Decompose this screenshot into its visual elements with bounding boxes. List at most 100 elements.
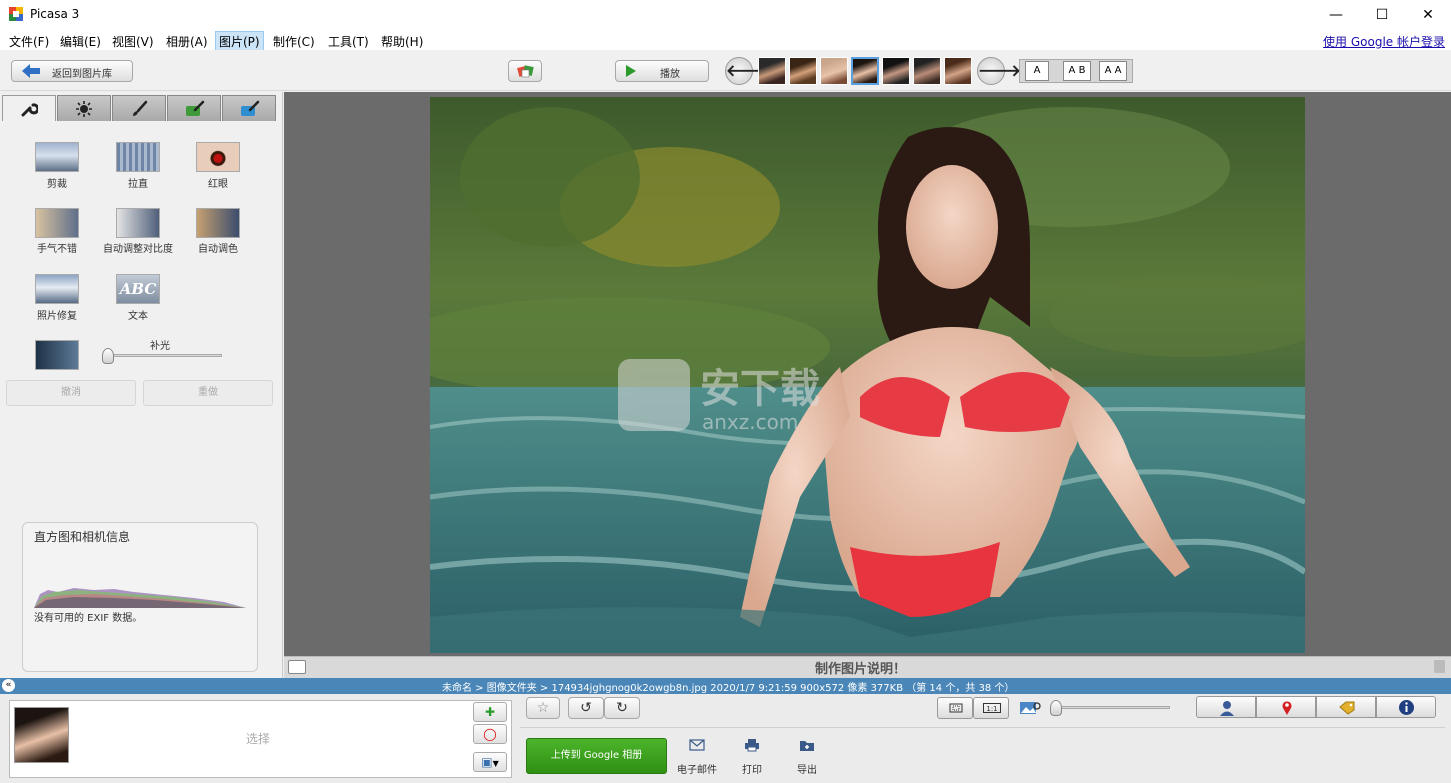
clear-tray-icon[interactable]: ◯: [473, 724, 507, 744]
people-tab[interactable]: [1196, 696, 1256, 718]
star-icon: ☆: [536, 700, 550, 716]
tray-thumbnail[interactable]: [14, 707, 69, 763]
minimize-button[interactable]: —: [1313, 0, 1359, 30]
filmstrip-thumb[interactable]: [913, 57, 941, 85]
caption-input[interactable]: 制作图片说明！: [815, 658, 906, 677]
svg-text:1:1: 1:1: [986, 705, 997, 713]
back-to-library-label: 返回到图片库: [52, 69, 112, 80]
brush-icon: [133, 100, 148, 116]
rotate-right-button[interactable]: ↻: [604, 697, 640, 719]
rotate-left-icon: ↺: [580, 700, 592, 716]
info-icon: [1399, 700, 1414, 715]
tray-label: 选择: [246, 732, 271, 746]
print-button[interactable]: 打印: [729, 738, 775, 776]
retouch-tool-thumb[interactable]: [35, 274, 79, 304]
fit-to-window-button[interactable]: [937, 697, 973, 719]
upload-to-google-button[interactable]: 上传到 Google 相册: [526, 738, 667, 774]
maximize-button[interactable]: ☐: [1359, 0, 1405, 30]
fill-light-thumb: [35, 340, 79, 370]
auto-color-tool-thumb[interactable]: [196, 208, 240, 238]
tag-icon: [1339, 701, 1355, 715]
trash-icon[interactable]: [1434, 660, 1445, 673]
filmstrip-thumb[interactable]: [789, 57, 817, 85]
play-slideshow-button[interactable]: 播放: [615, 60, 709, 82]
collage-button[interactable]: [508, 60, 542, 82]
status-text: 未命名 > 图像文件夹 > 174934jghgnog0k2owgb8n.jpg…: [442, 683, 1015, 694]
info-tab[interactable]: [1376, 696, 1436, 718]
arrow-left-icon: [22, 64, 40, 78]
fit-icon: [949, 703, 963, 713]
lucky-tool-thumb[interactable]: [35, 208, 79, 238]
filmstrip-thumb[interactable]: [758, 57, 786, 85]
menu-create[interactable]: 制作(C): [270, 32, 318, 51]
filmstrip-thumb[interactable]: [820, 57, 848, 85]
fill-light-label: 补光: [150, 341, 170, 352]
tags-tab[interactable]: [1316, 696, 1376, 718]
menu-file[interactable]: 文件(F): [6, 32, 52, 51]
caption-icon[interactable]: [288, 660, 306, 674]
text-tool-thumb[interactable]: ABC: [116, 274, 160, 304]
menu-view[interactable]: 视图(V): [109, 32, 157, 51]
menu-help[interactable]: 帮助(H): [378, 32, 426, 51]
tab-basic-fixes[interactable]: [2, 95, 56, 121]
blue-brush-icon: [241, 100, 260, 116]
redo-button[interactable]: 重做: [143, 380, 273, 406]
title-bar: [0, 0, 1451, 30]
export-icon: [800, 741, 814, 751]
print-icon: [745, 739, 759, 752]
undo-button[interactable]: 撤消: [6, 380, 136, 406]
next-photo-button[interactable]: 🡒: [977, 57, 1021, 85]
filmstrip-thumb[interactable]: [944, 57, 972, 85]
watermark-text: 安下载: [700, 366, 820, 412]
print-label: 打印: [742, 765, 762, 776]
redeye-tool-thumb[interactable]: [196, 142, 240, 172]
menu-tools[interactable]: 工具(T): [325, 32, 372, 51]
fill-light-slider-track[interactable]: [104, 354, 222, 357]
view-mode-single[interactable]: A: [1025, 61, 1049, 81]
star-button[interactable]: ☆: [526, 697, 560, 719]
view-mode-compare[interactable]: A B: [1063, 61, 1091, 81]
tab-effects[interactable]: [112, 95, 166, 121]
window-title: Picasa 3: [30, 7, 80, 21]
one-to-one-icon: 1:1: [983, 703, 1001, 713]
zoom-slider-knob[interactable]: [1050, 700, 1062, 716]
crop-tool-thumb[interactable]: [35, 142, 79, 172]
menu-picture[interactable]: 图片(P): [215, 31, 264, 52]
places-tab[interactable]: [1256, 696, 1316, 718]
email-icon: [689, 739, 705, 751]
view-mode-dual[interactable]: A A: [1099, 61, 1127, 81]
menu-edit[interactable]: 编辑(E): [57, 32, 104, 51]
person-icon: [1220, 701, 1234, 716]
pin-icon[interactable]: ✚: [473, 702, 507, 722]
collage-icon: [517, 65, 534, 78]
back-to-library-button[interactable]: 返回到图片库: [11, 60, 133, 82]
text-label[interactable]: 文本: [88, 307, 188, 322]
redeye-label[interactable]: 红眼: [168, 175, 268, 190]
tab-effects-3[interactable]: [222, 95, 276, 121]
auto-color-label[interactable]: 自动调色: [168, 240, 268, 255]
photo-image[interactable]: 安下载 anxz.com: [430, 97, 1305, 653]
auto-contrast-tool-thumb[interactable]: [116, 208, 160, 238]
rotate-left-button[interactable]: ↺: [568, 697, 604, 719]
zoom-slider-track[interactable]: [1052, 706, 1170, 709]
google-signin-link[interactable]: 使用 Google 帐户登录: [1323, 33, 1445, 50]
export-button[interactable]: 导出: [784, 738, 830, 776]
album-icon: ▣: [481, 755, 493, 769]
add-to-album-button[interactable]: ▣▼: [473, 752, 507, 772]
menu-album[interactable]: 相册(A): [163, 32, 211, 51]
svg-text:anxz.com: anxz.com: [702, 410, 798, 434]
play-label: 播放: [660, 69, 680, 80]
tab-tuning[interactable]: [57, 95, 111, 121]
tab-effects-2[interactable]: [167, 95, 221, 121]
actual-size-button[interactable]: 1:1: [973, 697, 1009, 719]
collapse-panel-icon[interactable]: «: [2, 679, 15, 692]
play-icon: [626, 65, 636, 77]
close-button[interactable]: ✕: [1405, 0, 1451, 30]
fill-light-slider-knob[interactable]: [102, 348, 114, 364]
previous-photo-button[interactable]: 🡐: [725, 57, 769, 85]
histogram-title: 直方图和相机信息: [34, 530, 131, 544]
filmstrip-thumb-selected[interactable]: [851, 57, 879, 85]
straighten-tool-thumb[interactable]: [116, 142, 160, 172]
filmstrip-thumb[interactable]: [882, 57, 910, 85]
email-button[interactable]: 电子邮件: [674, 738, 720, 776]
